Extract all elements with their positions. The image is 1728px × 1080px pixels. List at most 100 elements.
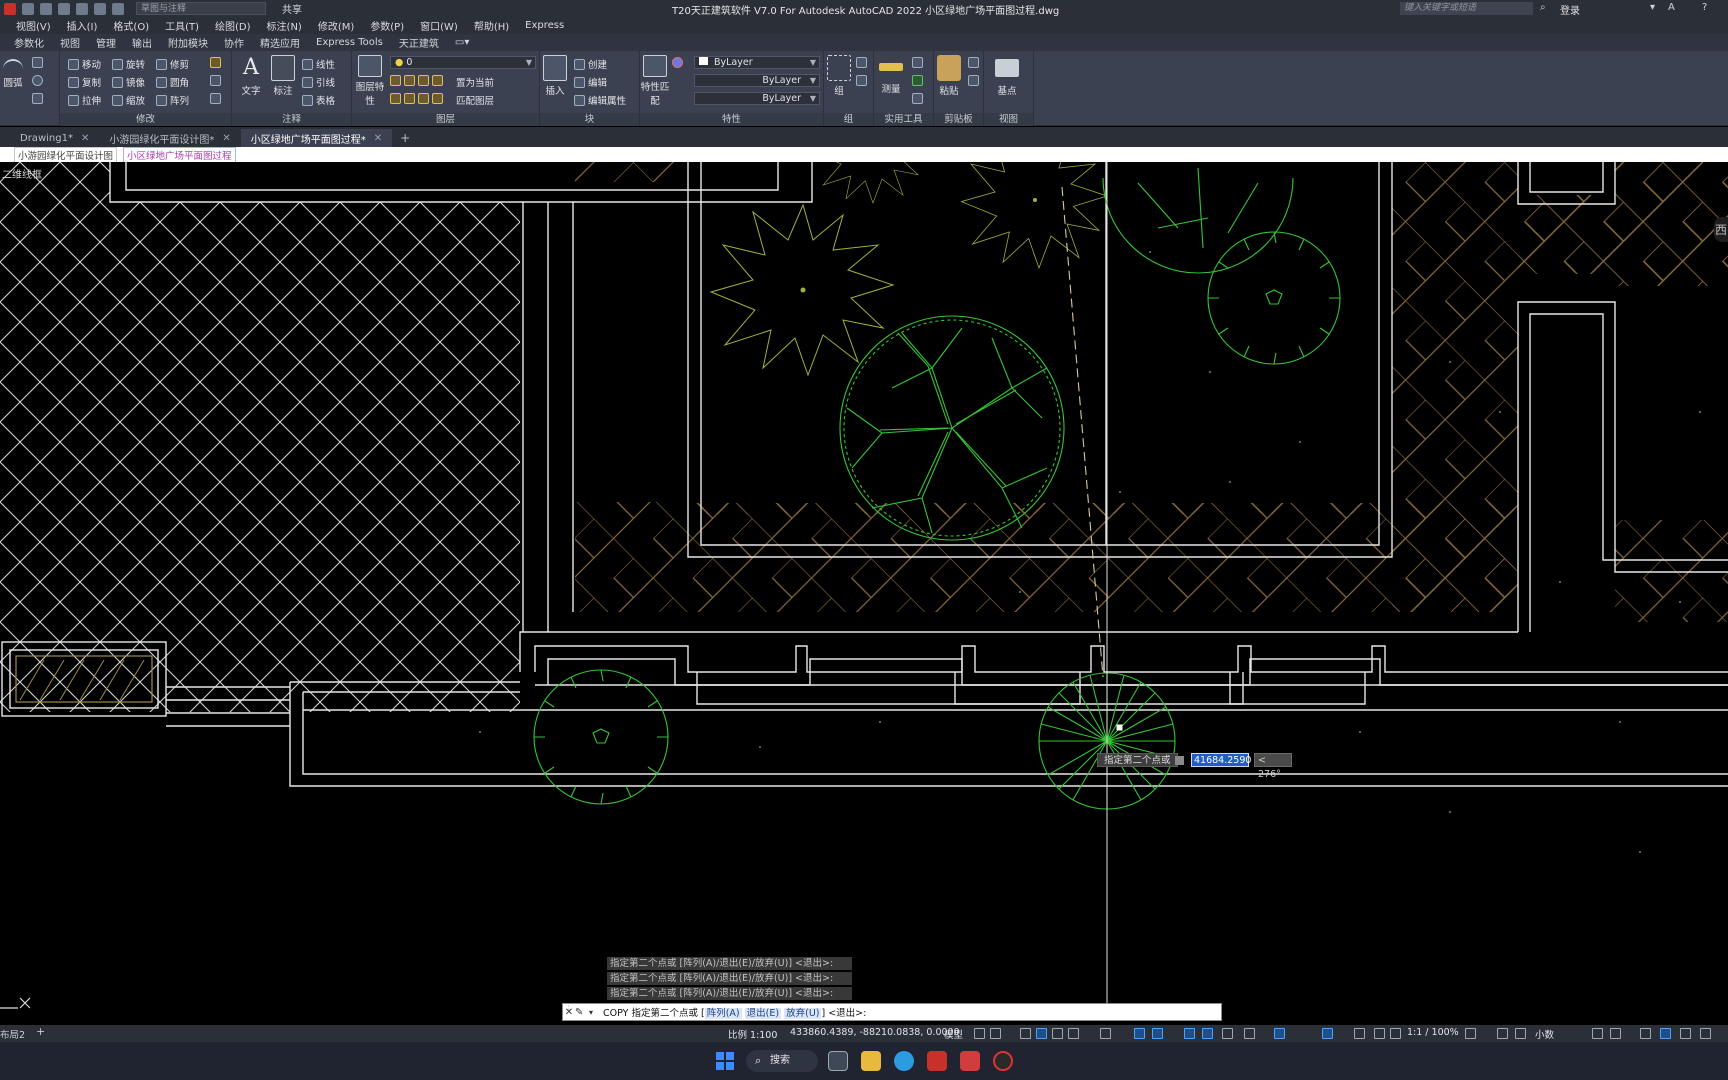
task-view-icon[interactable]: [828, 1051, 848, 1071]
group-button[interactable]: 组: [826, 55, 852, 97]
panel-title-modify[interactable]: 修改: [60, 113, 231, 126]
edit-block-button[interactable]: 编辑: [574, 75, 607, 89]
quick-select-icon[interactable]: [912, 57, 923, 68]
annotation-visibility-icon[interactable]: [1374, 1028, 1385, 1039]
panel-title-properties[interactable]: 特性: [640, 113, 823, 126]
menu-format[interactable]: 格式(O): [105, 18, 157, 33]
lineweight-dropdown[interactable]: ByLayer ▼: [694, 92, 820, 105]
menu-insert[interactable]: 插入(I): [59, 18, 106, 33]
ungroup-icon[interactable]: [856, 57, 867, 68]
close-icon[interactable]: ✕: [81, 133, 89, 144]
command-prompt[interactable]: COPY 指定第二个点或 [阵列(A) 退出(E) 放弃(U)] <退出>:: [599, 1005, 866, 1019]
panel-title-view[interactable]: 视图: [984, 113, 1033, 126]
file-tab-drawing1[interactable]: Drawing1* ✕: [10, 129, 99, 147]
file-tab-garden-plan[interactable]: 小游园绿化平面设计图* ✕: [99, 129, 240, 147]
grip-icon[interactable]: ⋮: [564, 1005, 573, 1015]
tab-output[interactable]: 输出: [124, 35, 160, 50]
open-file-icon[interactable]: [40, 2, 52, 15]
autocad-icon[interactable]: [927, 1051, 947, 1071]
polar-icon[interactable]: [1068, 1028, 1079, 1039]
color-wheel-icon[interactable]: [672, 57, 683, 68]
viewcube-compass[interactable]: 西: [1714, 217, 1728, 242]
file-tab-plaza-plan[interactable]: 小区绿地广场平面图过程* ✕: [240, 129, 393, 147]
undo-icon[interactable]: [94, 2, 106, 15]
help-icon[interactable]: ?: [1702, 3, 1712, 13]
path-item-plaza-plan[interactable]: 小区绿地广场平面图过程: [123, 146, 236, 163]
tab-manage[interactable]: 管理: [88, 35, 124, 50]
paste-button[interactable]: 粘贴: [934, 55, 964, 97]
workspace-select[interactable]: 草图与注释: [136, 2, 266, 15]
layer-properties-button[interactable]: 图层特性: [354, 55, 386, 107]
measure-button[interactable]: 测量: [876, 55, 906, 95]
menu-window[interactable]: 窗口(W): [412, 18, 466, 33]
panel-title-layers[interactable]: 图层: [352, 113, 539, 126]
offset-icon[interactable]: [210, 93, 221, 104]
wrench-icon[interactable]: ✎: [575, 1007, 589, 1018]
ellipse-icon[interactable]: [32, 75, 43, 86]
3d-osnap-icon[interactable]: [1244, 1028, 1255, 1039]
copy-button[interactable]: 复制: [68, 75, 101, 89]
menu-express[interactable]: Express: [517, 20, 572, 31]
annotation-monitor-icon[interactable]: [1497, 1028, 1508, 1039]
menu-draw[interactable]: 绘图(D): [207, 18, 259, 33]
menu-dimension[interactable]: 标注(N): [259, 18, 310, 33]
mirror-button[interactable]: 镜像: [112, 75, 145, 89]
infer-constraints-icon[interactable]: [1020, 1028, 1031, 1039]
ribbon-toggle-icon[interactable]: ▭▾: [447, 37, 477, 48]
wps-icon[interactable]: [960, 1051, 980, 1071]
table-button[interactable]: 表格: [302, 93, 335, 107]
calculator-icon[interactable]: [912, 75, 923, 86]
base-point-button[interactable]: 基点: [990, 55, 1024, 97]
tab-collaborate[interactable]: 协作: [216, 35, 252, 50]
redo-icon[interactable]: [112, 2, 124, 15]
move-button[interactable]: 移动: [68, 57, 101, 71]
add-layout-button[interactable]: +: [36, 1025, 45, 1038]
array-button[interactable]: 阵列: [156, 93, 189, 107]
object-snap-tracking-icon[interactable]: [1134, 1028, 1145, 1039]
option-array[interactable]: 阵列(A): [704, 1008, 742, 1019]
cad-drawing[interactable]: [0, 162, 1728, 1027]
gizmo-icon[interactable]: [1354, 1028, 1365, 1039]
tab-parametric[interactable]: 参数化: [6, 35, 52, 50]
layer-tools-row1[interactable]: [390, 75, 443, 86]
linetype-dropdown[interactable]: ByLayer ▼: [694, 74, 820, 87]
menu-modify[interactable]: 修改(M): [310, 18, 362, 33]
auto-scale-icon[interactable]: [1390, 1028, 1401, 1039]
arc-tool[interactable]: 圆弧: [0, 59, 26, 89]
dynamic-distance-input[interactable]: 41684.2590: [1191, 753, 1251, 767]
scale-button[interactable]: 缩放: [112, 93, 145, 107]
trim-button[interactable]: 修剪: [156, 57, 189, 71]
panel-title-utilities[interactable]: 实用工具: [874, 113, 933, 126]
edit-attributes-button[interactable]: 编辑属性: [574, 93, 626, 107]
menu-help[interactable]: 帮助(H): [466, 18, 517, 33]
dynamic-angle-input[interactable]: < 276°: [1254, 753, 1292, 780]
new-file-icon[interactable]: [22, 2, 34, 15]
save-icon[interactable]: [58, 2, 70, 15]
print-icon[interactable]: [76, 2, 88, 15]
tab-featured-apps[interactable]: 精选应用: [252, 35, 308, 50]
close-icon[interactable]: ✕: [374, 133, 382, 144]
file-explorer-icon[interactable]: [861, 1051, 881, 1071]
customization-icon[interactable]: [1660, 1028, 1671, 1039]
transparency-icon[interactable]: [1202, 1028, 1213, 1039]
tab-tangent[interactable]: 天正建筑: [391, 35, 447, 50]
panel-title-annotation[interactable]: 注释: [232, 113, 351, 126]
dimension-button[interactable]: 标注: [268, 55, 298, 97]
dynamic-input-icon[interactable]: [1036, 1028, 1047, 1039]
taskbar-search[interactable]: ⌕ 搜索: [746, 1050, 818, 1072]
panel-title-groups[interactable]: 组: [824, 113, 873, 126]
a360-icon[interactable]: A: [1668, 3, 1678, 13]
menu-tools[interactable]: 工具(T): [157, 18, 207, 33]
help-search-input[interactable]: 键入关键字或短语: [1400, 2, 1533, 15]
search-icon[interactable]: ⌕: [1540, 3, 1550, 13]
match-layer-button[interactable]: 匹配图层: [456, 93, 494, 107]
command-line[interactable]: ✕ ✎ ▾ COPY 指定第二个点或 [阵列(A) 退出(E) 放弃(U)] <…: [562, 1003, 1222, 1021]
set-current-button[interactable]: 置为当前: [456, 75, 494, 89]
copy-clip-icon[interactable]: [968, 75, 979, 86]
match-properties-button[interactable]: 特性匹配: [640, 55, 670, 107]
menu-view[interactable]: 视图(V): [8, 18, 59, 33]
quick-properties-icon[interactable]: [1515, 1028, 1526, 1039]
rotate-button[interactable]: 旋转: [112, 57, 145, 71]
group-edit-icon[interactable]: [856, 75, 867, 86]
menu-icon[interactable]: [1700, 1028, 1711, 1039]
